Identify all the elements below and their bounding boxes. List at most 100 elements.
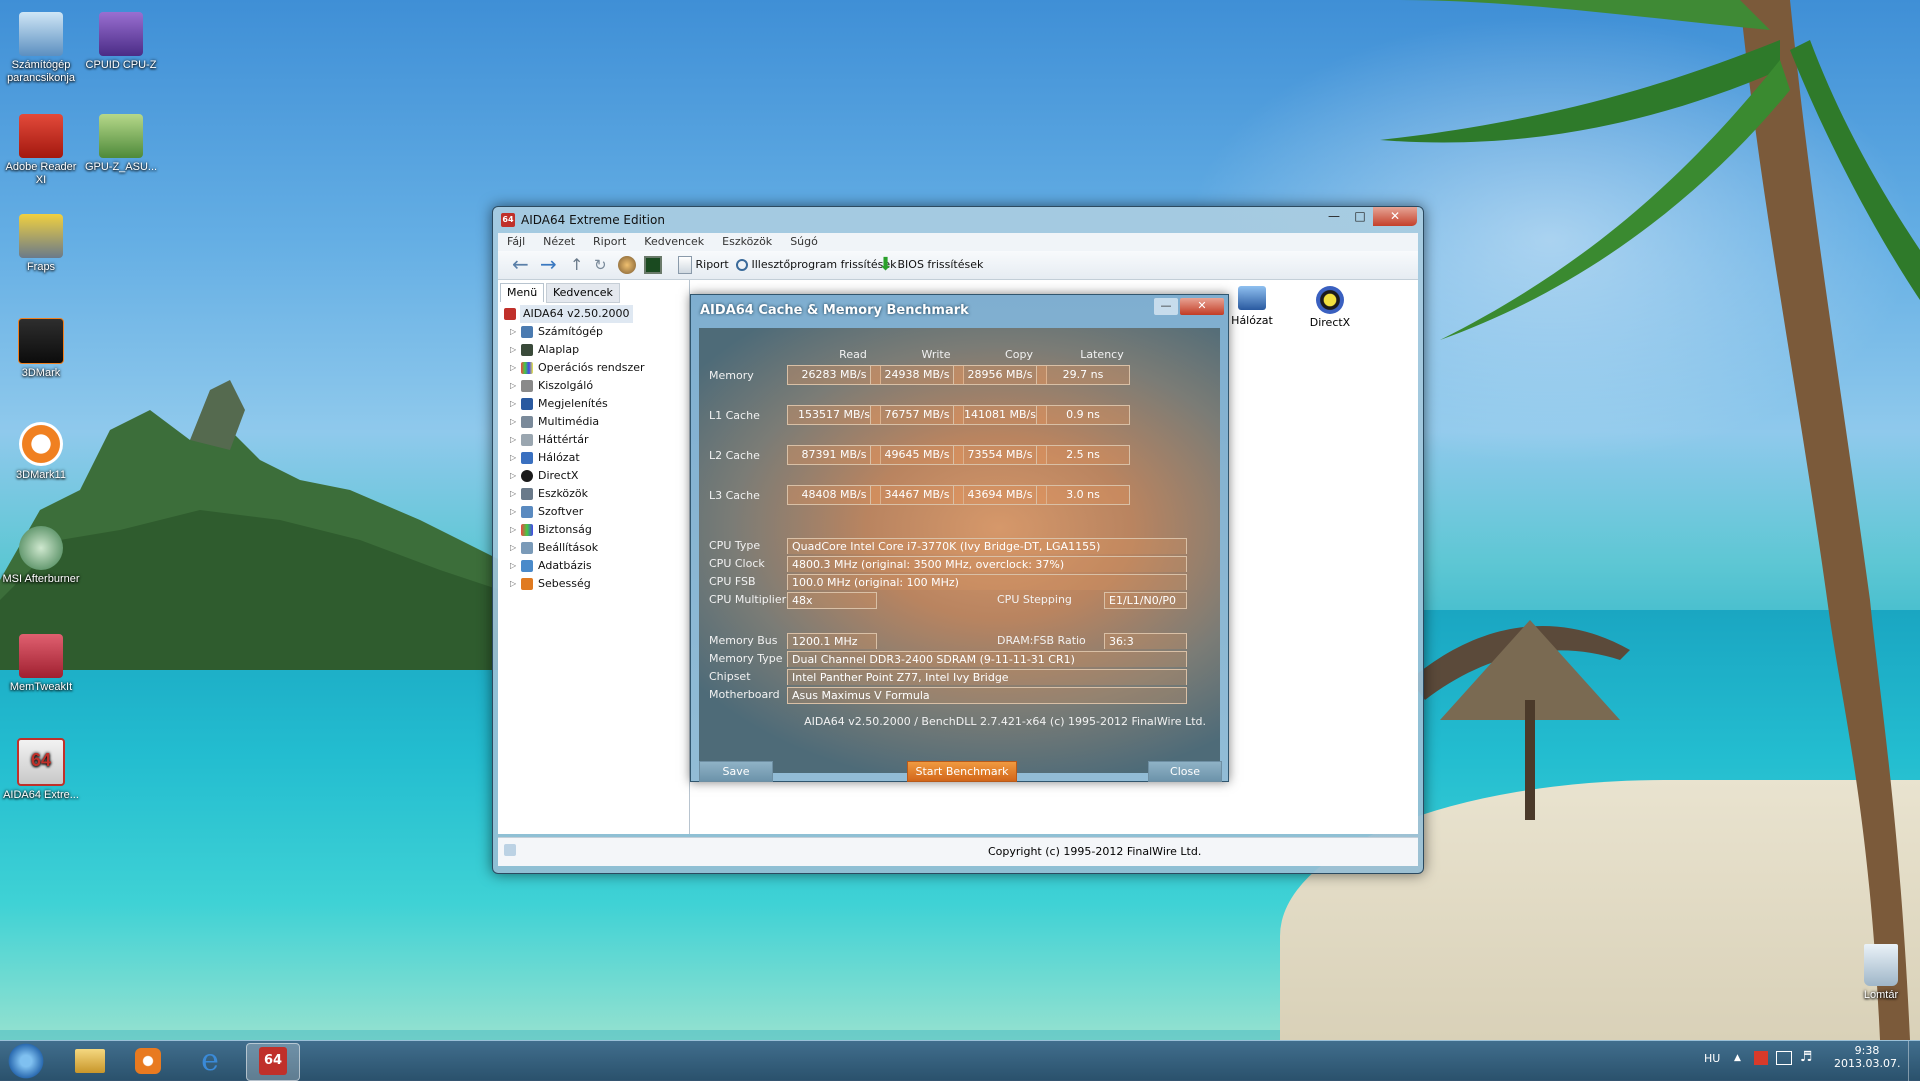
menu-file[interactable]: Fájl bbox=[498, 233, 534, 251]
afterburner-icon bbox=[19, 526, 63, 570]
desktop-icon-adobe-reader[interactable]: Adobe Reader XI bbox=[2, 110, 80, 187]
taskbar-aida64[interactable]: 64 bbox=[246, 1043, 300, 1081]
download-arrow-icon: ⬇ bbox=[878, 254, 894, 275]
chipset-label: Chipset bbox=[709, 670, 751, 683]
close-dialog-button[interactable]: Close bbox=[1148, 761, 1222, 782]
computer-icon bbox=[19, 12, 63, 56]
cache-memory-benchmark-dialog: AIDA64 Cache & Memory Benchmark — ✕ Read… bbox=[690, 294, 1229, 782]
volume-icon[interactable]: ♬ bbox=[1800, 1049, 1813, 1065]
desktop-icon-msi-afterburner[interactable]: MSI Afterburner bbox=[2, 522, 80, 586]
dialog-close-x-button[interactable]: ✕ bbox=[1180, 298, 1224, 315]
column-write: Write bbox=[921, 348, 951, 361]
memory-type-value: Dual Channel DDR3-2400 SDRAM (9-11-11-31… bbox=[787, 651, 1187, 667]
menu-bar: Fájl Nézet Riport Kedvencek Eszközök Súg… bbox=[498, 233, 1418, 251]
save-button[interactable]: Save bbox=[699, 761, 773, 782]
dialog-minimize-button[interactable]: — bbox=[1154, 298, 1178, 315]
users-icon[interactable] bbox=[618, 256, 636, 274]
report-button[interactable]: Riport bbox=[678, 256, 729, 274]
menu-favorites[interactable]: Kedvencek bbox=[635, 233, 713, 251]
tree-root[interactable]: AIDA64 v2.50.2000 bbox=[498, 305, 688, 323]
directx-item[interactable]: DirectX bbox=[1300, 286, 1360, 329]
menu-tools[interactable]: Eszközök bbox=[713, 233, 781, 251]
menu-help[interactable]: Súgó bbox=[781, 233, 827, 251]
maximize-button[interactable]: □ bbox=[1347, 207, 1373, 226]
l2-write-value: 49645 MB/s bbox=[870, 445, 964, 465]
desktop-icon-gpuz[interactable]: GPU-Z_ASU... bbox=[82, 110, 160, 174]
bios-update-button[interactable]: ⬇ BIOS frissítések bbox=[878, 256, 983, 274]
taskbar-internet-explorer[interactable]: e bbox=[184, 1043, 236, 1079]
tree-item-software[interactable]: ▷ Szoftver bbox=[498, 503, 688, 521]
show-desktop-button[interactable] bbox=[1908, 1041, 1920, 1081]
language-indicator[interactable]: HU bbox=[1704, 1052, 1720, 1065]
storage-icon bbox=[521, 434, 533, 446]
menu-report[interactable]: Riport bbox=[584, 233, 635, 251]
close-button[interactable]: ✕ bbox=[1373, 207, 1417, 226]
tree-item-computer[interactable]: ▷ Számítógép bbox=[498, 323, 688, 341]
desktop-icon-3dmark11[interactable]: 3DMark11 bbox=[2, 418, 80, 482]
network-icon bbox=[521, 452, 533, 464]
up-arrow-icon[interactable]: ↑ bbox=[570, 256, 583, 274]
memtweakit-icon bbox=[19, 634, 63, 678]
tree-item-directx[interactable]: ▷ DirectX bbox=[498, 467, 688, 485]
tree-item-devices[interactable]: ▷ Eszközök bbox=[498, 485, 688, 503]
desktop-icon-aida64[interactable]: 64 AIDA64 Extre... bbox=[2, 734, 80, 802]
dram-fsb-ratio-label: DRAM:FSB Ratio bbox=[997, 634, 1086, 647]
tree-view: AIDA64 v2.50.2000 ▷ Számítógép ▷ Alaplap ▷… bbox=[498, 305, 688, 593]
taskbar-media-player[interactable] bbox=[122, 1043, 174, 1079]
aida64-icon: 64 bbox=[17, 738, 65, 786]
show-hidden-icons-icon[interactable]: ▲ bbox=[1734, 1053, 1741, 1063]
tab-favorites[interactable]: Kedvencek bbox=[546, 283, 620, 303]
action-center-flag-icon[interactable] bbox=[1754, 1051, 1768, 1065]
adobe-reader-icon bbox=[19, 114, 63, 158]
tree-item-server[interactable]: ▷ Kiszolgáló bbox=[498, 377, 688, 395]
memory-read-value: 26283 MB/s bbox=[787, 365, 881, 385]
status-bar: Copyright (c) 1995-2012 FinalWire Ltd. bbox=[498, 837, 1418, 866]
taskbar-explorer[interactable] bbox=[64, 1043, 116, 1079]
l1-read-value: 153517 MB/s bbox=[787, 405, 881, 425]
tree-item-os[interactable]: ▷ Operációs rendszer bbox=[498, 359, 688, 377]
minimize-button[interactable]: — bbox=[1321, 207, 1347, 226]
desktop-icon-label: CPUID CPU-Z bbox=[85, 59, 157, 71]
benchmark-body: Read Write Copy Latency Memory 26283 MB/… bbox=[699, 328, 1222, 782]
tree-item-motherboard[interactable]: ▷ Alaplap bbox=[498, 341, 688, 359]
monitor-icon[interactable] bbox=[644, 256, 662, 274]
desktop-icon-label: Lomtár bbox=[1863, 989, 1899, 1001]
desktop-icon-3dmark[interactable]: 3DMark bbox=[2, 314, 80, 380]
start-button[interactable] bbox=[4, 1043, 48, 1079]
l3-copy-value: 43694 MB/s bbox=[953, 485, 1047, 505]
devices-icon bbox=[521, 488, 533, 500]
start-benchmark-button[interactable]: Start Benchmark bbox=[907, 761, 1017, 782]
desktop-icon-cpuz[interactable]: CPUID CPU-Z bbox=[82, 8, 160, 72]
tree-item-security[interactable]: ▷ Biztonság bbox=[498, 521, 688, 539]
refresh-icon[interactable]: ↻ bbox=[594, 256, 607, 274]
tree-item-benchmark[interactable]: ▷ Sebesség bbox=[498, 575, 688, 593]
network-tray-icon[interactable] bbox=[1776, 1051, 1792, 1065]
menu-view[interactable]: Nézet bbox=[534, 233, 584, 251]
motherboard-value: Asus Maximus V Formula bbox=[787, 687, 1187, 704]
back-arrow-icon[interactable]: ← bbox=[512, 254, 529, 274]
desktop-icon-fraps[interactable]: Fraps bbox=[2, 210, 80, 274]
navigation-panel: Menü Kedvencek AIDA64 v2.50.2000 ▷ Számít… bbox=[498, 280, 690, 834]
tree-item-settings[interactable]: ▷ Beállítások bbox=[498, 539, 688, 557]
driver-update-button[interactable]: Illesztőprogram frissítések bbox=[736, 256, 897, 274]
tree-item-display[interactable]: ▷ Megjelenítés bbox=[498, 395, 688, 413]
clock[interactable]: 9:38 2013.03.07. bbox=[1834, 1044, 1900, 1070]
cpu-stepping-value: E1/L1/N0/P0 bbox=[1104, 592, 1187, 609]
taskbar: e 64 HU ▲ ♬ 9:38 2013.03.07. bbox=[0, 1040, 1920, 1081]
l1-write-value: 76757 MB/s bbox=[870, 405, 964, 425]
tree-item-database[interactable]: ▷ Adatbázis bbox=[498, 557, 688, 575]
desktop-icon-memtweakit[interactable]: MemTweakIt bbox=[2, 630, 80, 694]
network-icon bbox=[1238, 286, 1266, 310]
forward-arrow-icon[interactable]: → bbox=[540, 254, 557, 274]
tree-item-multimedia[interactable]: ▷ Multimédia bbox=[498, 413, 688, 431]
desktop-icon-recycle-bin[interactable]: Lomtár bbox=[1842, 940, 1920, 1002]
title-bar[interactable]: 64 AIDA64 Extreme Edition — □ ✕ bbox=[493, 207, 1423, 233]
memory-type-label: Memory Type bbox=[709, 652, 783, 665]
report-label: Riport bbox=[695, 258, 729, 271]
tree-item-storage[interactable]: ▷ Háttértár bbox=[498, 431, 688, 449]
network-item[interactable]: Hálózat bbox=[1222, 286, 1282, 327]
tree-item-network[interactable]: ▷ Hálózat bbox=[498, 449, 688, 467]
tab-menu[interactable]: Menü bbox=[500, 283, 545, 302]
shield-icon bbox=[521, 524, 533, 536]
desktop-icon-computer[interactable]: Számítógép parancsikonja bbox=[2, 8, 80, 85]
